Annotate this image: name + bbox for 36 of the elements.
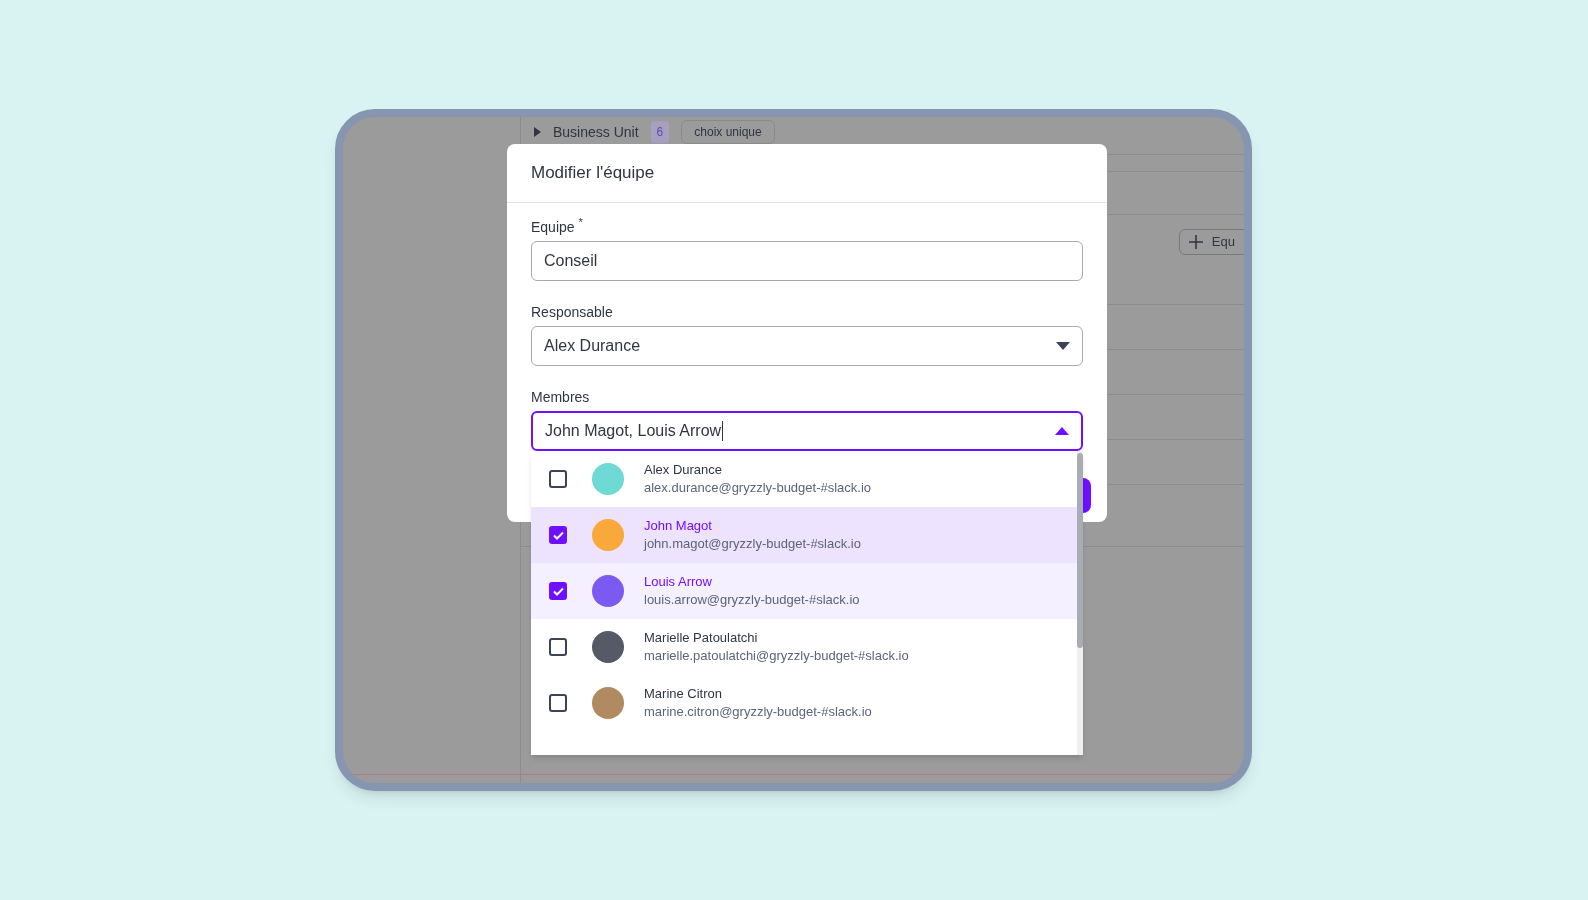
input-field[interactable]: Conseil (531, 241, 1083, 281)
member-name: Marielle Patoulatchi (644, 629, 759, 647)
field-label: Membres (531, 388, 590, 407)
section-title: Business Unit (553, 122, 639, 142)
checkbox[interactable] (549, 638, 567, 656)
member-option[interactable]: Louis Arrow louis.arrow@gryzzly-budget-#slack.io (531, 563, 1077, 619)
select-field[interactable]: Alex Durance (531, 326, 1083, 366)
caret-icon[interactable] (533, 127, 541, 137)
member-name: Louis Arrow (644, 573, 713, 591)
select-field[interactable]: John Magot, Louis Arrow (531, 411, 1083, 451)
member-name: Alex Durance (644, 461, 724, 479)
member-option[interactable]: John Magot john.magot@gryzzly-budget-#slack.io (531, 507, 1077, 563)
add-team-button[interactable]: Equ (1178, 229, 1244, 255)
member-name: John Magot (644, 517, 713, 535)
scrollbar-thumb[interactable] (1077, 453, 1083, 648)
count-badge: 6 (650, 121, 670, 143)
caret-icon (1056, 342, 1070, 350)
modal-title: Modifier l'équipe (507, 144, 1107, 203)
member-email: alex.durance@gryzzly-budget-#slack.io (644, 479, 872, 497)
field-label: Responsable (531, 303, 613, 322)
member-email: marielle.patoulatchi@gryzzly-budget-#slack.io (644, 647, 909, 665)
check-icon (552, 530, 564, 540)
checkbox[interactable] (549, 694, 567, 712)
member-email: marine.citron@gryzzly-budget-#slack.io (644, 703, 872, 721)
caret-icon (1055, 427, 1069, 435)
plus-icon (1187, 234, 1204, 250)
member-email: john.magot@gryzzly-budget-#slack.io (644, 535, 861, 553)
checkbox[interactable] (549, 526, 567, 544)
member-option[interactable]: Alex Durance alex.durance@gryzzly-budget-#slack.io (531, 451, 1077, 507)
member-email: louis.arrow@gryzzly-budget-#slack.io (644, 591, 860, 609)
check-icon (552, 586, 564, 596)
checkbox[interactable] (549, 582, 567, 600)
member-name: Marine Citron (644, 685, 724, 703)
checkbox[interactable] (549, 470, 567, 488)
field-label: Equipe (531, 218, 575, 237)
required-mark: * (578, 217, 583, 228)
